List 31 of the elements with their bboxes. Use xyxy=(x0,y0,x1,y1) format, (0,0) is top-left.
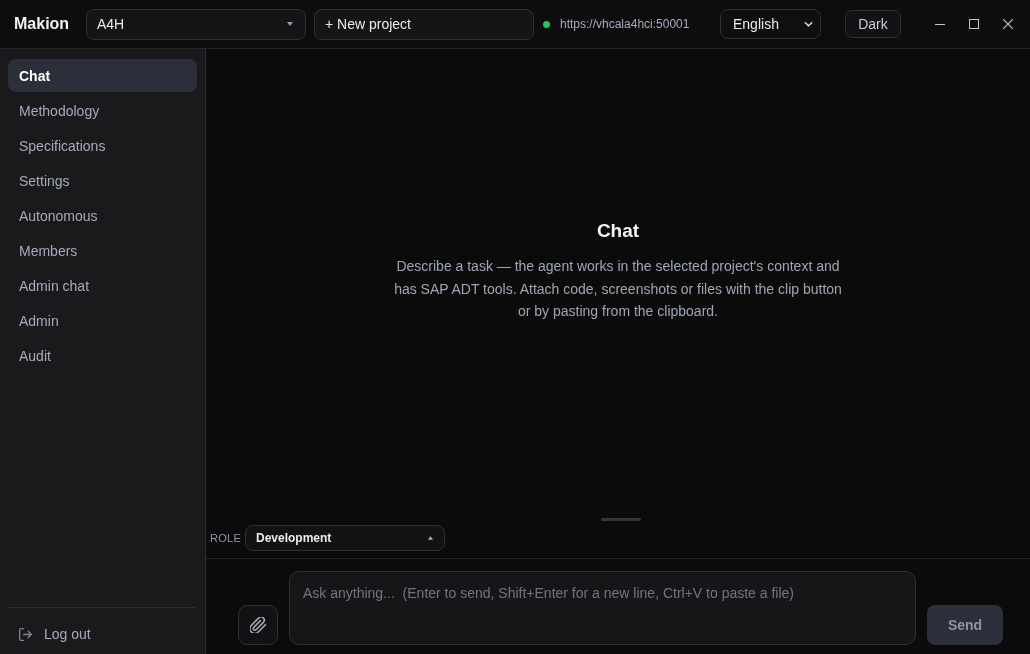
language-select[interactable]: English xyxy=(720,9,821,39)
minimize-icon xyxy=(935,23,945,25)
sidebar-item[interactable]: Methodology xyxy=(8,94,197,127)
role-label: ROLE xyxy=(210,532,243,544)
sidebar-item[interactable]: Members xyxy=(8,234,197,267)
theme-button[interactable]: Dark xyxy=(845,10,901,38)
server-url: https://vhcala4hci:50001 xyxy=(560,17,691,31)
caret-icon xyxy=(428,536,433,540)
sidebar-item[interactable]: Audit xyxy=(8,339,197,372)
sidebar-item[interactable]: Admin xyxy=(8,304,197,337)
logout-button[interactable]: Log out xyxy=(19,624,91,644)
chat-description: Describe a task — the agent works in the selected project's context and has SAP ADT tools. Attach code, screenshots or files with the clip button or by pasting from the clipboard. xyxy=(393,257,843,322)
sidebar-item[interactable]: Chat xyxy=(8,59,197,92)
sidebar-item[interactable]: Settings xyxy=(8,164,197,197)
new-project-button[interactable]: + New project xyxy=(314,8,534,40)
role-select[interactable]: Development xyxy=(245,525,445,551)
resize-handle[interactable] xyxy=(601,518,641,521)
sidebar-item[interactable]: Admin chat xyxy=(8,269,197,302)
attach-button[interactable] xyxy=(238,605,278,645)
message-input[interactable]: Ask anything... (Enter to send, Shift+Enter for a new line, Ctrl+V to paste a file) xyxy=(289,571,916,645)
paperclip-icon xyxy=(250,617,266,633)
maximize-icon xyxy=(969,19,979,29)
chat-title: Chat xyxy=(596,220,640,243)
caret-icon xyxy=(287,22,293,26)
close-icon xyxy=(1003,19,1013,29)
app-name: Makion xyxy=(14,15,71,33)
sidebar-item[interactable]: Specifications xyxy=(8,129,197,162)
chevron-icon xyxy=(804,21,813,27)
sidebar-item[interactable]: Autonomous xyxy=(8,199,197,232)
project-select[interactable]: A4H xyxy=(86,8,306,40)
logout-icon xyxy=(19,627,32,641)
